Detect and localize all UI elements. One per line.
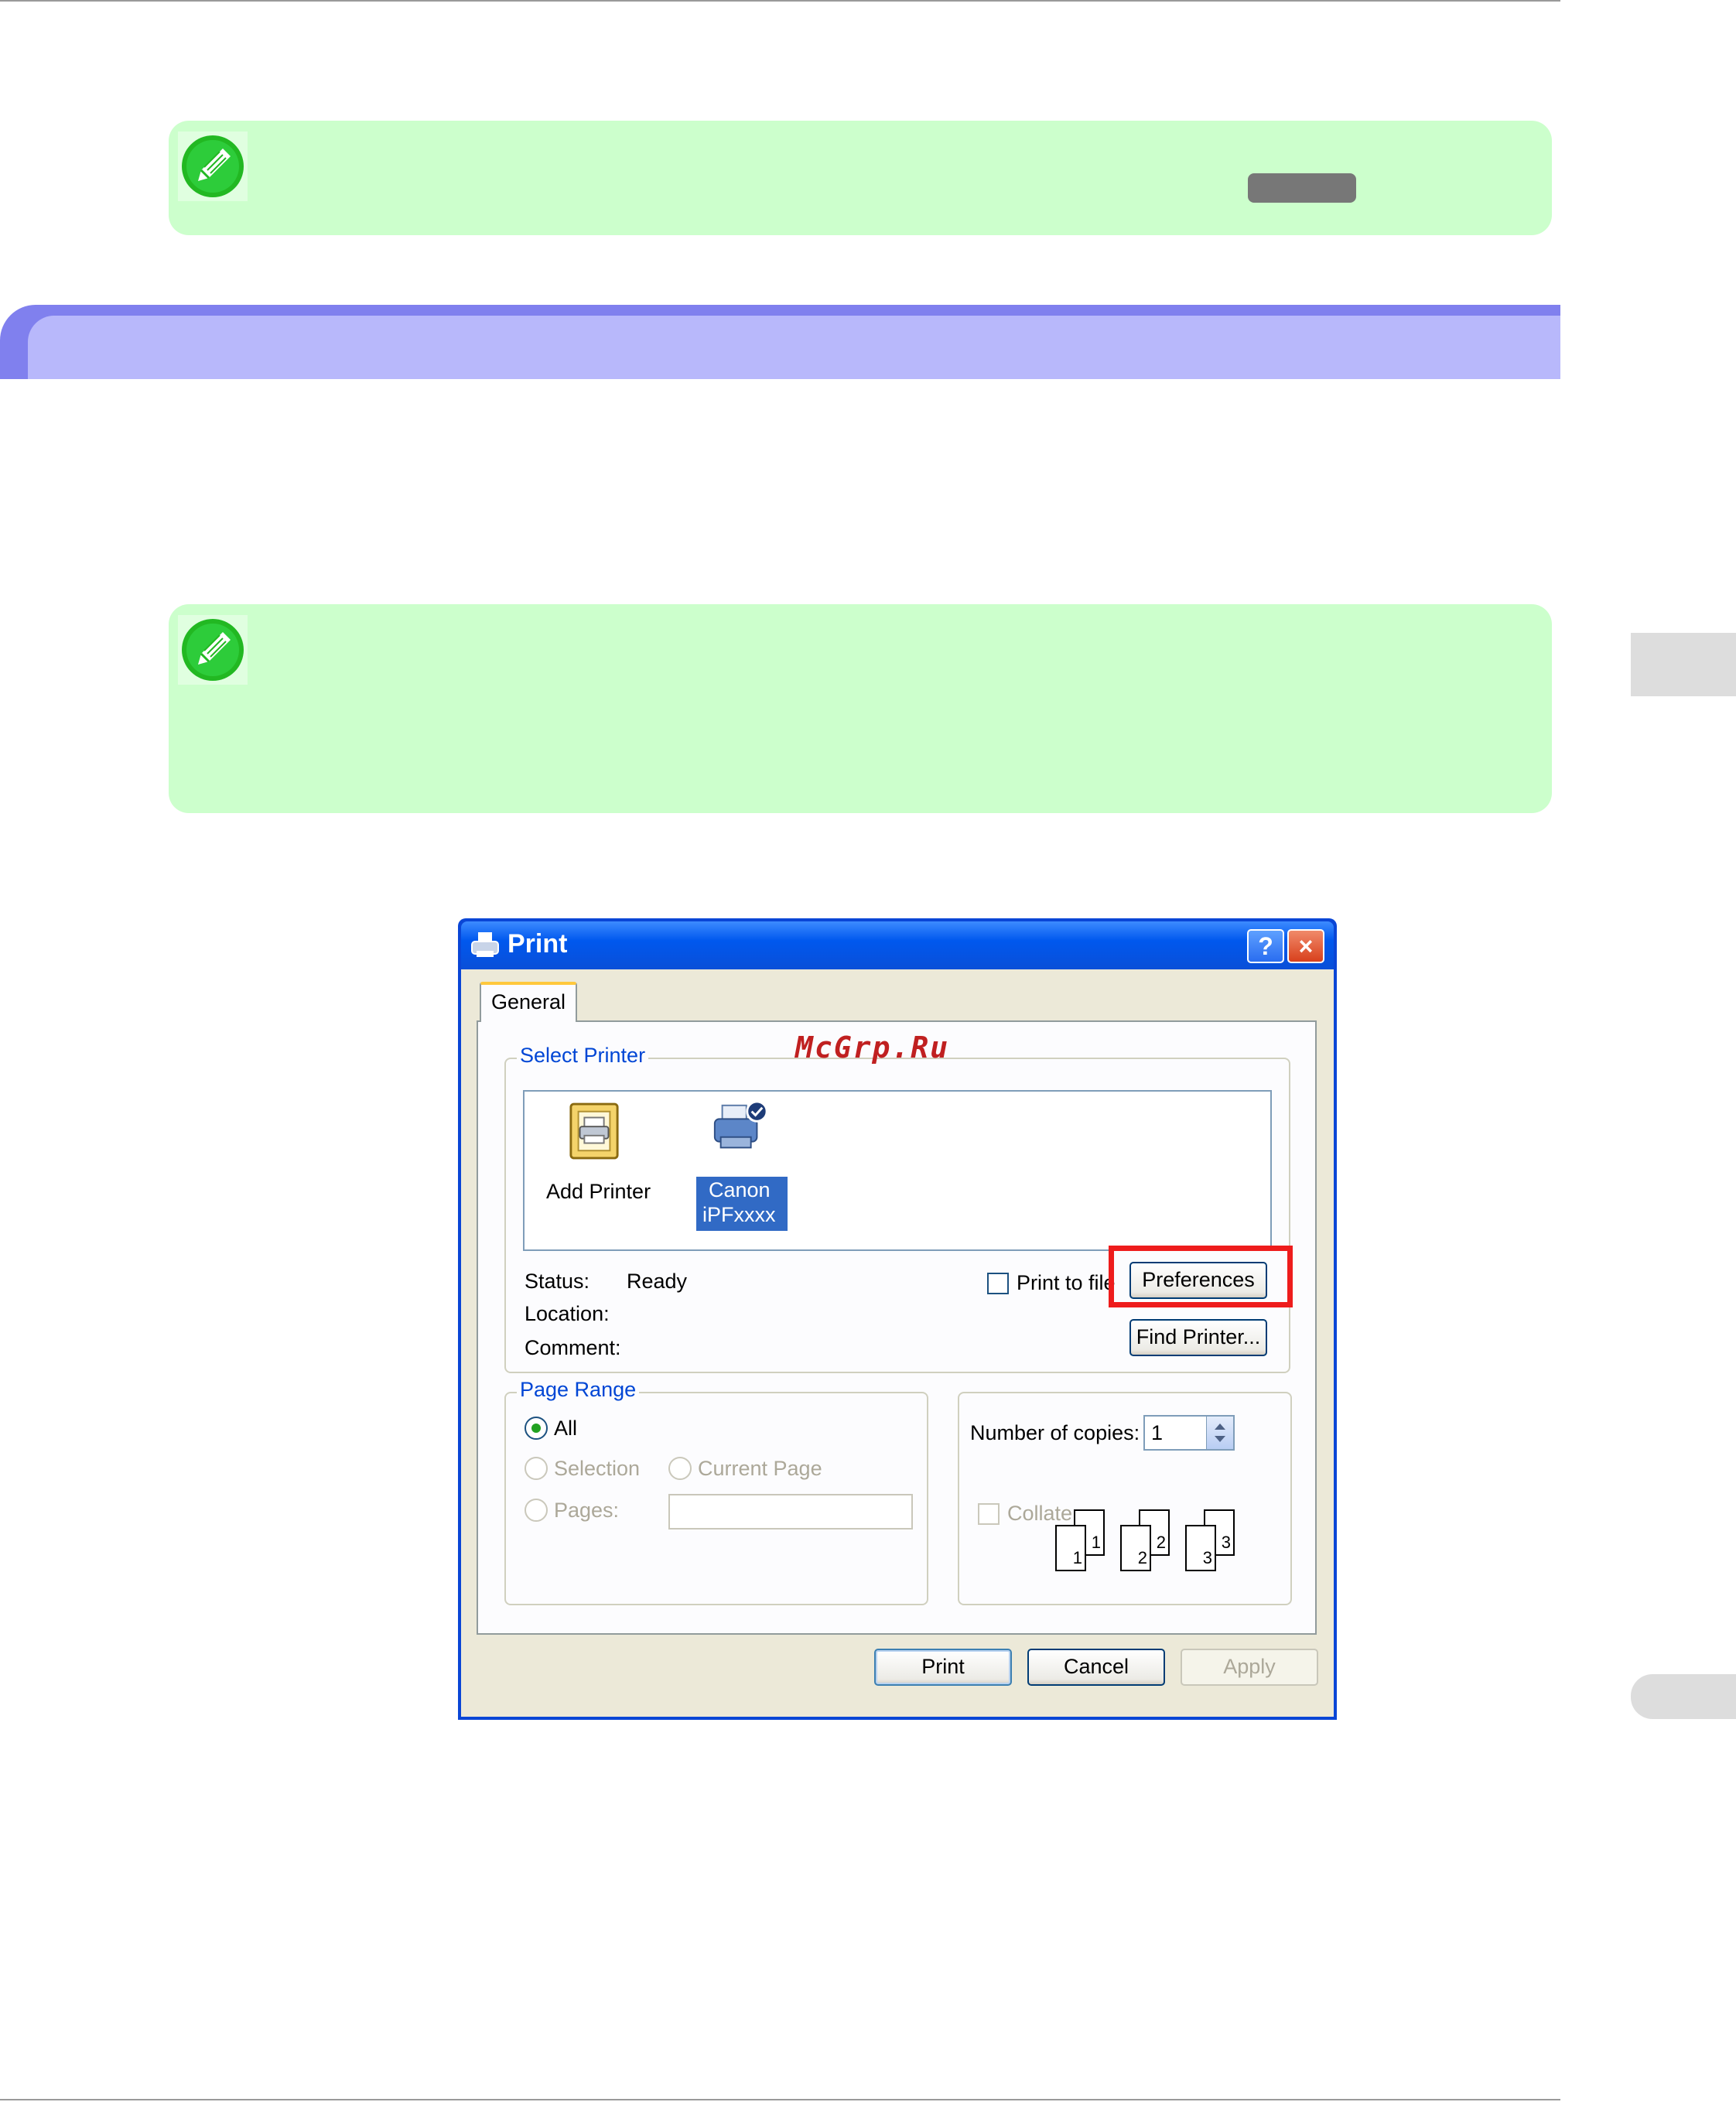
radio-all-label: All [554,1417,578,1440]
printer-item-add[interactable]: Add Printer [535,1101,651,1209]
add-printer-icon [569,1102,619,1160]
printer-item-add-label: Add Printer [546,1180,651,1203]
side-chapter-tab[interactable] [1631,633,1736,696]
watermark-text: McGrp.Ru [795,1030,950,1065]
collate-page-front: 1 [1055,1525,1086,1571]
page-range-label: Page Range [517,1378,640,1402]
radio-all-dot [531,1424,541,1433]
radio-selection-label: Selection [554,1457,641,1480]
print-to-file-checkbox[interactable] [987,1273,1009,1294]
preferences-highlight-frame [1109,1246,1293,1307]
copies-group: Number of copies: 1 Collate 1 1 2 2 3 3 [958,1392,1292,1605]
bottom-rule [0,2099,1560,2100]
printer-item-canon-label-line1: Canon [709,1178,771,1201]
select-printer-label: Select Printer [517,1044,649,1068]
print-to-file-label: Print to file [1017,1271,1116,1294]
general-tab-panel: Select Printer Add Printer Canon iPFxxxx… [477,1020,1317,1635]
key-label-pill [1248,173,1356,203]
section-header-bar-inner [28,316,1560,379]
copies-input[interactable]: 1 [1143,1415,1235,1451]
copies-label: Number of copies: [970,1421,1140,1444]
print-button[interactable]: Print [874,1649,1012,1686]
copies-spinner[interactable] [1206,1417,1233,1449]
pages-input[interactable] [668,1494,913,1530]
radio-all[interactable] [525,1417,548,1440]
section-header-bar [0,305,1560,379]
copies-value: 1 [1151,1421,1164,1444]
status-value: Ready [627,1270,688,1293]
printer-list[interactable]: Add Printer Canon iPFxxxx [523,1090,1272,1251]
select-printer-group: Select Printer Add Printer Canon iPFxxxx… [504,1044,1290,1373]
comment-label: Comment: [525,1336,621,1359]
collate-label: Collate [1007,1502,1073,1525]
apply-button[interactable]: Apply [1181,1649,1318,1686]
spinner-arrows-icon [1215,1424,1225,1442]
dialog-title: Print [507,929,568,959]
note-pencil-icon [178,132,248,201]
dialog-title-bar[interactable]: Print ? × [461,921,1334,969]
note-box-2 [169,604,1552,813]
close-button[interactable]: × [1287,929,1324,963]
dialog-client-area: General Select Printer Add Printer Canon… [461,969,1334,1717]
radio-selection[interactable] [525,1457,548,1480]
radio-current-page[interactable] [668,1457,692,1480]
collate-page-front: 3 [1185,1525,1216,1571]
radio-pages[interactable] [525,1499,548,1522]
cancel-button[interactable]: Cancel [1027,1649,1165,1686]
location-label: Location: [525,1302,610,1325]
printer-item-canon-label-line2: iPFxxxx [702,1203,776,1226]
network-printer-icon [713,1100,768,1149]
printer-item-canon[interactable]: Canon iPFxxxx [693,1099,792,1231]
radio-pages-label: Pages: [554,1499,620,1522]
collate-checkbox[interactable] [978,1503,1000,1525]
status-label: Status: [525,1270,590,1293]
help-button[interactable]: ? [1247,929,1284,963]
printer-icon [471,932,499,957]
top-rule [0,0,1560,2]
find-printer-button[interactable]: Find Printer... [1129,1319,1267,1356]
note-pencil-icon [178,615,248,685]
page-range-group: Page Range All Selection Current Page Pa… [504,1378,928,1605]
radio-current-page-label: Current Page [698,1457,822,1480]
tab-general[interactable]: General [480,982,577,1022]
collate-page-front: 2 [1120,1525,1151,1571]
side-index-tab[interactable] [1631,1674,1736,1719]
